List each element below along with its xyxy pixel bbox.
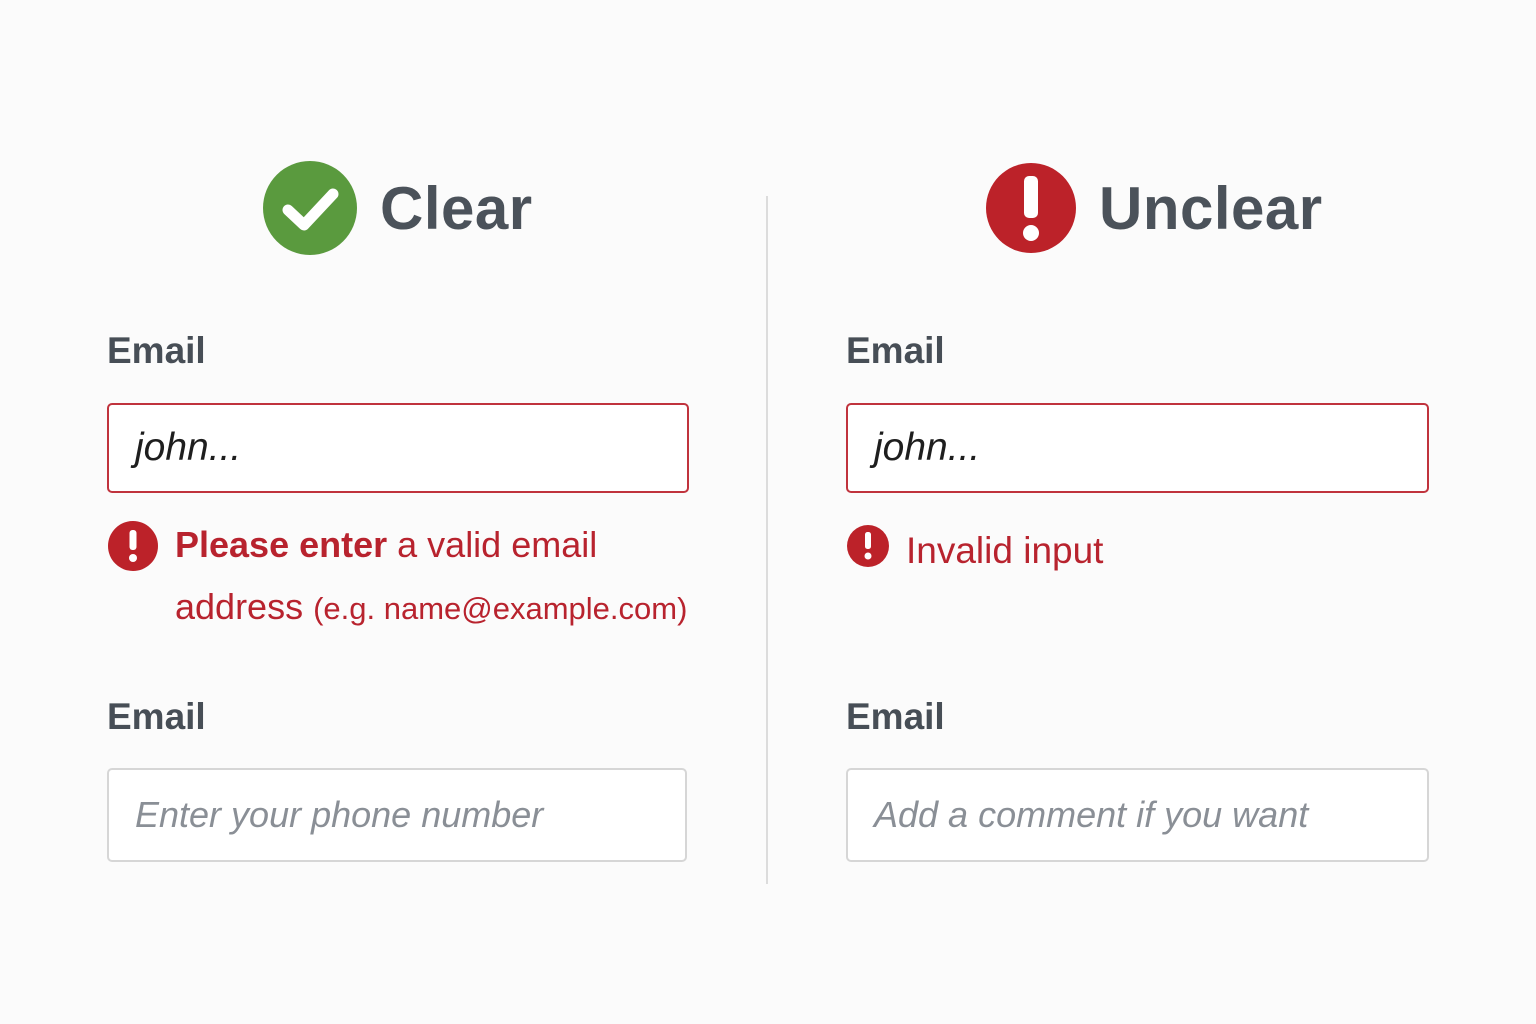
error-text-example: (e.g. name@example.com)	[313, 591, 688, 626]
email-input-2-placeholder: Enter your phone number	[135, 794, 544, 835]
check-circle-icon	[262, 160, 358, 256]
error-text: Please enter a valid email address (e.g.…	[175, 514, 687, 640]
error-circle-icon	[107, 520, 159, 572]
email-input-2[interactable]: Enter your phone number	[107, 768, 687, 862]
error-circle-icon	[846, 524, 890, 568]
error-text-strong: Please enter	[175, 524, 388, 565]
unclear-example-panel: Unclear Email john... Invalid input Emai…	[768, 0, 1536, 1024]
email-error-message: Please enter a valid email address (e.g.…	[107, 520, 727, 640]
error-text: Invalid input	[906, 530, 1104, 571]
clear-title: Clear	[380, 174, 533, 242]
error-text-rest: a valid email	[387, 524, 598, 565]
error-text-line2: address	[175, 586, 314, 627]
email-error-message: Invalid input	[846, 524, 1446, 580]
email-label: Email	[846, 330, 945, 371]
email-label-2: Email	[846, 696, 945, 737]
email-input-invalid[interactable]: john...	[846, 403, 1429, 493]
email-input-value: john...	[874, 426, 981, 469]
email-input-2[interactable]: Add a comment if you want	[846, 768, 1429, 862]
unclear-title: Unclear	[1099, 174, 1323, 242]
clear-header: Clear	[262, 160, 533, 256]
exclamation-circle-icon	[985, 162, 1077, 254]
email-label: Email	[107, 330, 206, 371]
email-input-2-placeholder: Add a comment if you want	[874, 794, 1309, 835]
email-input-value: john...	[135, 426, 242, 469]
clear-example-panel: Clear Email john... Please enter a valid…	[0, 0, 768, 1024]
unclear-header: Unclear	[985, 160, 1323, 256]
email-input-invalid[interactable]: john...	[107, 403, 689, 493]
email-label-2: Email	[107, 696, 206, 737]
